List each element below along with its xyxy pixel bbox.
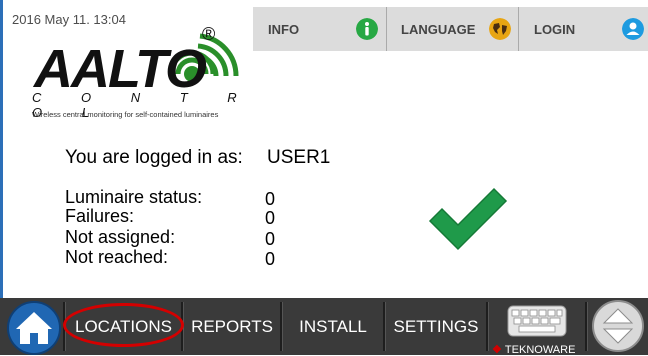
- not-assigned-label: Not assigned:: [65, 227, 176, 247]
- teknoware-brand: TEKNOWARE: [504, 344, 576, 356]
- info-label: INFO: [268, 21, 300, 37]
- checkmark-icon: [428, 187, 508, 251]
- globe-icon: [489, 18, 511, 40]
- nav-locations[interactable]: LOCATIONS: [66, 298, 181, 355]
- home-button[interactable]: [6, 300, 62, 356]
- failures-label: Failures:: [65, 206, 135, 226]
- nav-settings[interactable]: SETTINGS: [386, 298, 486, 355]
- luminaire-status-value: 0: [265, 189, 276, 209]
- language-label: LANGUAGE: [401, 21, 476, 37]
- aalto-control-logo: AALTO ® C O N T R O L Wireless central m…: [20, 24, 255, 120]
- keyboard-button[interactable]: [507, 305, 567, 339]
- language-button[interactable]: LANGUAGE: [387, 7, 518, 51]
- info-icon: [356, 18, 378, 40]
- nav-reports[interactable]: REPORTS: [184, 298, 280, 355]
- failures-value: 0: [265, 208, 276, 228]
- logo-registered-mark: ®: [202, 24, 216, 44]
- nav-divider: [585, 302, 588, 351]
- teknoware-logo: ❖ TEKNOWARE: [492, 344, 576, 356]
- logo-tagline: Wireless central monitoring for self-con…: [32, 110, 219, 119]
- luminaire-status-label: Luminaire status:: [65, 187, 203, 207]
- nav-divider: [486, 302, 489, 351]
- info-button[interactable]: INFO: [253, 7, 378, 51]
- not-assigned-value: 0: [265, 229, 276, 249]
- logged-in-label: You are logged in as:: [65, 147, 243, 168]
- logged-in-user: USER1: [267, 147, 331, 168]
- not-reached-value: 0: [265, 249, 276, 269]
- top-toolbar: INFO LANGUAGE LOGIN: [253, 7, 648, 51]
- nav-install[interactable]: INSTALL: [283, 298, 383, 355]
- login-label: LOGIN: [534, 21, 576, 37]
- scroll-updown-icon[interactable]: [590, 298, 646, 355]
- login-button[interactable]: LOGIN: [519, 7, 648, 51]
- not-reached-label: Not reached:: [65, 247, 169, 267]
- user-icon: [622, 18, 644, 40]
